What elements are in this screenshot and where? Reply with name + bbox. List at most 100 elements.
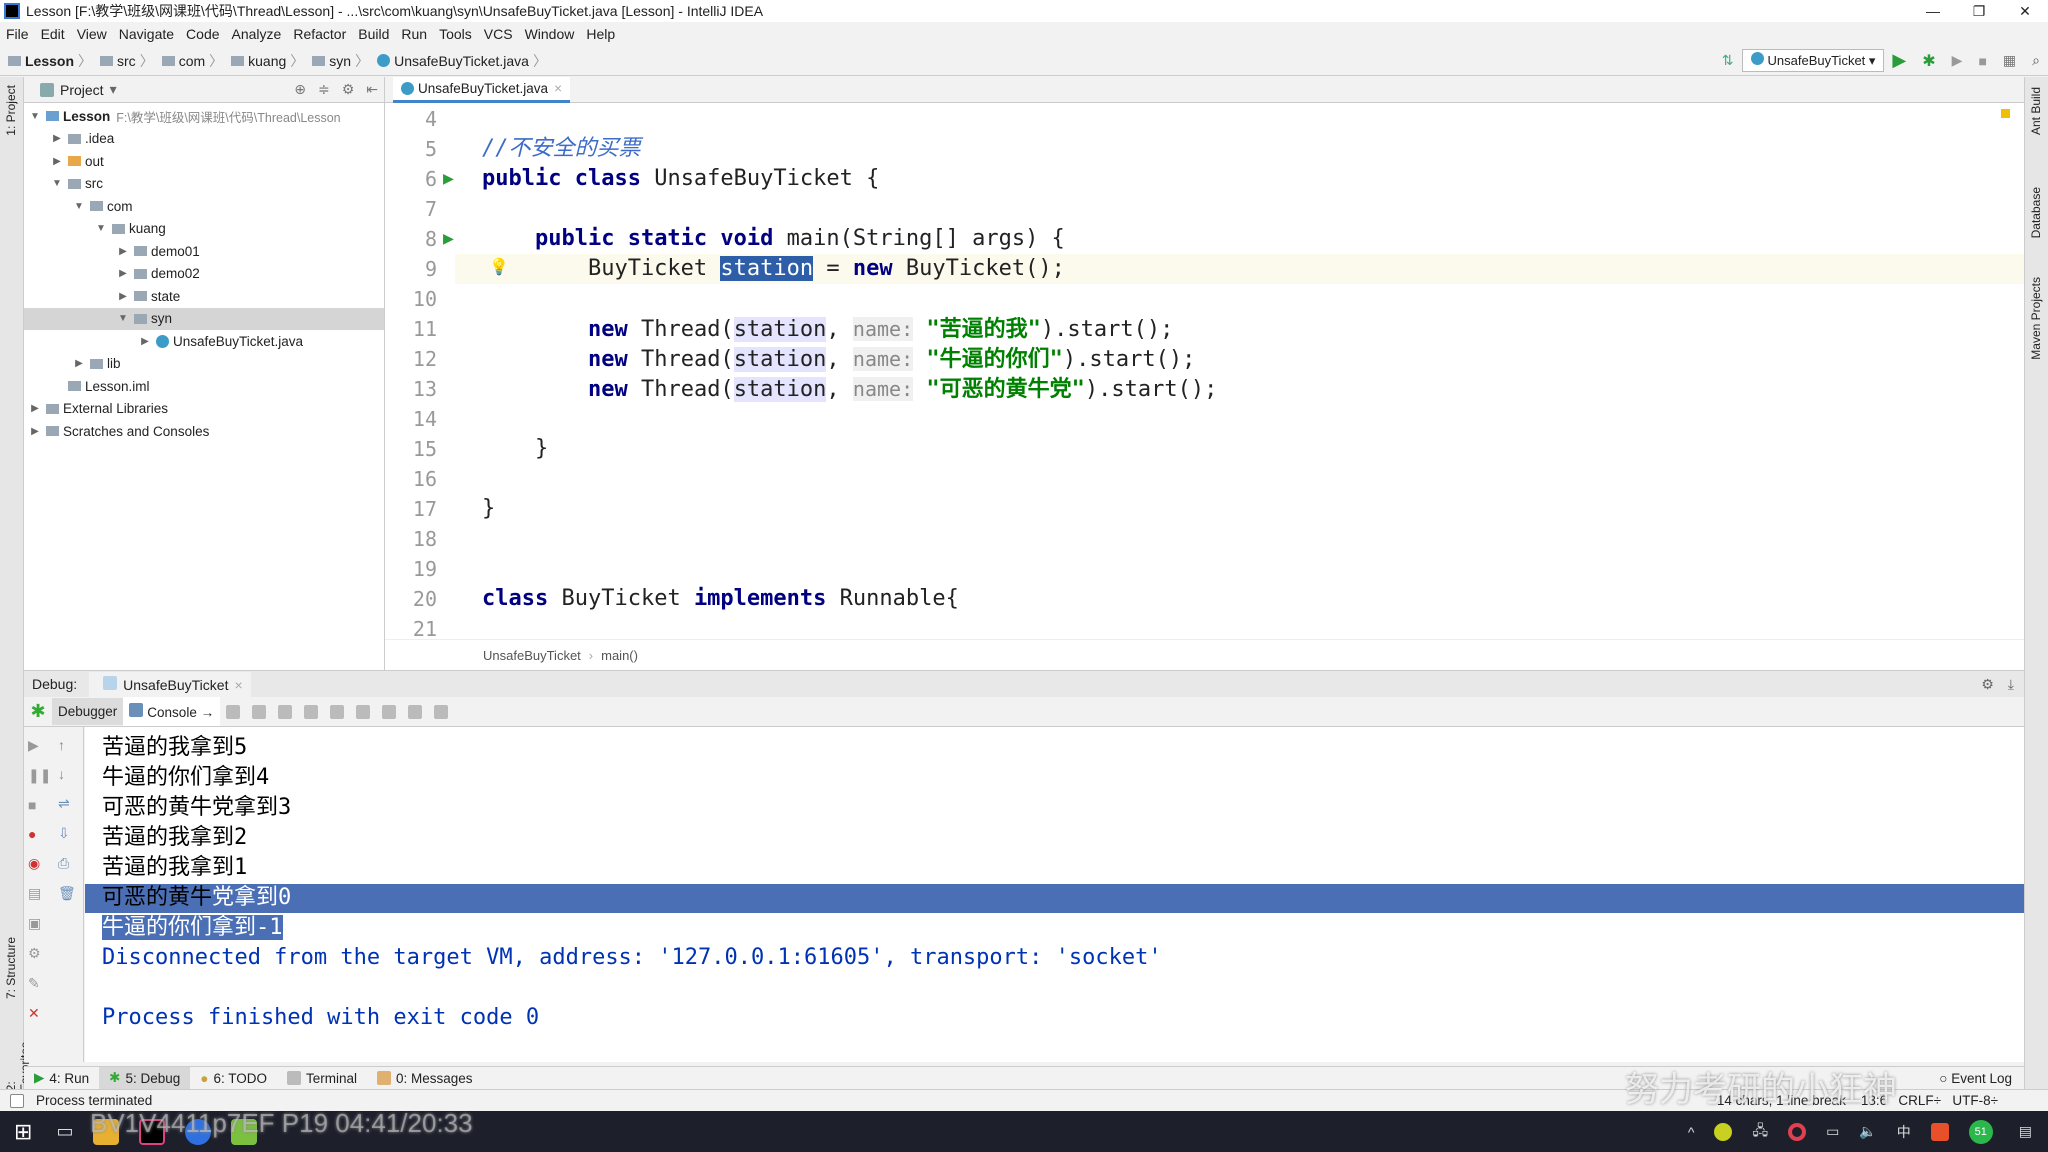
minimize-button[interactable]: — (1910, 3, 1956, 19)
menu-file[interactable]: File (6, 26, 29, 42)
status-toggle-icon[interactable] (10, 1093, 24, 1108)
chevron-right-icon[interactable]: ▶ (28, 426, 42, 437)
tray-360-icon[interactable] (1714, 1122, 1733, 1141)
pin-icon[interactable]: ✎ (28, 975, 51, 992)
maven-tool-button[interactable]: Maven Projects (2029, 277, 2043, 360)
chevron-right-icon[interactable]: ▶ (50, 156, 64, 167)
volume-icon[interactable]: 🔈 (1859, 1123, 1876, 1140)
tree-item[interactable]: ▶ lib (24, 353, 384, 376)
nav-crumb[interactable]: com (161, 51, 223, 71)
project-tool-button[interactable]: 1: Project (4, 85, 18, 136)
menu-view[interactable]: View (77, 26, 107, 42)
menu-code[interactable]: Code (186, 26, 219, 42)
chevron-right-icon[interactable]: ▶ (116, 246, 130, 257)
tree-item[interactable]: ▶ Scratches and Consoles (24, 420, 384, 443)
tab-run[interactable]: ▶ 4: Run (24, 1067, 99, 1090)
maximize-button[interactable]: ❐ (1956, 3, 2002, 20)
windows-start-icon[interactable]: ⊞ (14, 1119, 32, 1145)
tree-item[interactable]: ▶ UnsafeBuyTicket.java (24, 330, 384, 353)
chevron-down-icon[interactable]: ▼ (72, 201, 86, 212)
menu-vcs[interactable]: VCS (484, 26, 513, 42)
soft-wrap-icon[interactable]: ⇌ (58, 795, 76, 812)
menu-window[interactable]: Window (525, 26, 575, 42)
menu-run[interactable]: Run (401, 26, 427, 42)
crumb-class[interactable]: UnsafeBuyTicket (483, 648, 581, 663)
database-tool-button[interactable]: Database (2029, 187, 2043, 238)
warning-marker[interactable] (2001, 109, 2010, 118)
tree-item[interactable]: ▼ com (24, 195, 384, 218)
pause-icon[interactable]: ❚❚ (28, 767, 51, 784)
chevron-down-icon[interactable]: ▼ (94, 223, 108, 234)
run-config-select[interactable]: UnsafeBuyTicket ▾ (1741, 49, 1885, 72)
chevron-right-icon[interactable]: ▶ (116, 291, 130, 302)
project-view-select[interactable]: Project (60, 82, 104, 98)
tree-item[interactable]: ▼ Lesson F:\教学\班级\网课班\代码\Thread\Lesson (24, 105, 384, 128)
tree-item[interactable]: ▶ demo01 (24, 240, 384, 263)
step-out-icon[interactable] (330, 704, 345, 719)
structure-tool-button[interactable]: 7: Structure (4, 937, 18, 999)
tab-unsafebuyticket[interactable]: UnsafeBuyTicket.java × (393, 76, 570, 103)
menu-build[interactable]: Build (358, 26, 389, 42)
close-icon[interactable]: ✕ (28, 1005, 51, 1022)
crumb-method[interactable]: main() (601, 648, 638, 663)
nav-crumb[interactable]: kuang (231, 51, 304, 71)
chevron-right-icon[interactable]: ▶ (116, 268, 130, 279)
locate-icon[interactable]: ⊕ (294, 81, 306, 98)
up-icon[interactable]: ↑ (58, 737, 76, 753)
chevron-down-icon[interactable]: ▼ (116, 313, 130, 324)
run-to-cursor-icon[interactable] (382, 704, 397, 719)
evaluate-icon[interactable] (408, 704, 423, 719)
menu-edit[interactable]: Edit (41, 26, 65, 42)
chevron-right-icon[interactable]: ▶ (28, 403, 42, 414)
stop-icon[interactable]: ■ (28, 797, 51, 813)
nav-crumb[interactable]: src (100, 51, 154, 71)
view-breakpoints-icon[interactable]: ● (28, 826, 51, 842)
tray-badge[interactable]: 51 (1968, 1119, 1993, 1144)
menu-refactor[interactable]: Refactor (293, 26, 346, 42)
chevron-down-icon[interactable]: ▼ (28, 111, 42, 122)
debug-session-tab[interactable]: UnsafeBuyTicket × (89, 671, 251, 697)
network-icon[interactable]: 🖧 (1752, 1120, 1768, 1144)
restore-layout-icon[interactable]: ▣ (28, 915, 51, 932)
debug-icon[interactable]: ✱ (1922, 51, 1935, 71)
battery-icon[interactable]: ▭ (1826, 1123, 1839, 1140)
chevron-right-icon[interactable]: ▶ (138, 336, 152, 347)
hide-panel-icon[interactable]: ⤓ (2008, 676, 2014, 693)
search-icon[interactable]: ⌕ (2032, 52, 2040, 69)
tree-item[interactable]: ▶ External Libraries (24, 398, 384, 421)
nav-crumb[interactable]: UnsafeBuyTicket.java (377, 51, 547, 71)
step-into-icon[interactable] (278, 704, 293, 719)
settings-icon[interactable]: ⚙ (28, 945, 51, 962)
tray-expand-icon[interactable]: ^ (1688, 1124, 1695, 1140)
menu-analyze[interactable]: Analyze (232, 26, 282, 42)
print-icon[interactable]: ⎙ (58, 855, 76, 872)
tree-item[interactable]: ▶ out (24, 150, 384, 173)
nav-crumb[interactable]: Lesson (8, 51, 92, 71)
notifications-icon[interactable]: ▤ (2019, 1123, 2032, 1140)
gear-icon[interactable]: ⚙ (1981, 676, 1994, 693)
run-gutter-icon[interactable]: ▶ (443, 168, 454, 189)
drop-frame-icon[interactable] (356, 704, 371, 719)
hide-icon[interactable]: ⇤ (366, 81, 378, 98)
force-step-into-icon[interactable] (304, 704, 319, 719)
close-session-icon[interactable]: × (234, 677, 242, 693)
tree-item[interactable]: ▶ demo02 (24, 263, 384, 286)
console-output[interactable]: 苦逼的我拿到5 牛逼的你们拿到4 可恶的黄牛党拿到3 苦逼的我拿到2 苦逼的我拿到1 可恶… (85, 727, 2024, 1062)
gear-icon[interactable]: ⚙ (342, 81, 355, 98)
close-button[interactable]: ✕ (2002, 3, 2048, 20)
menu-navigate[interactable]: Navigate (119, 26, 174, 42)
tab-debugger[interactable]: Debugger (52, 698, 124, 725)
tab-messages[interactable]: 0: Messages (367, 1067, 483, 1090)
tree-item[interactable]: Lesson.iml (24, 375, 384, 398)
close-tab-icon[interactable]: × (554, 81, 562, 96)
tab-terminal[interactable]: Terminal (277, 1067, 367, 1090)
scroll-to-end-icon[interactable]: ⇩ (58, 825, 76, 842)
tree-item[interactable]: ▼ syn (24, 307, 384, 330)
record-icon[interactable] (1788, 1122, 1807, 1141)
build-icon[interactable]: ⇅ (1722, 52, 1734, 69)
chevron-right-icon[interactable]: ▶ (50, 133, 64, 144)
ime-indicator[interactable]: 中 (1897, 1122, 1911, 1142)
run-icon[interactable]: ▶ (1892, 50, 1906, 71)
run-gutter-icon[interactable]: ▶ (443, 228, 454, 249)
task-view-icon[interactable]: ▭ (56, 1121, 73, 1142)
